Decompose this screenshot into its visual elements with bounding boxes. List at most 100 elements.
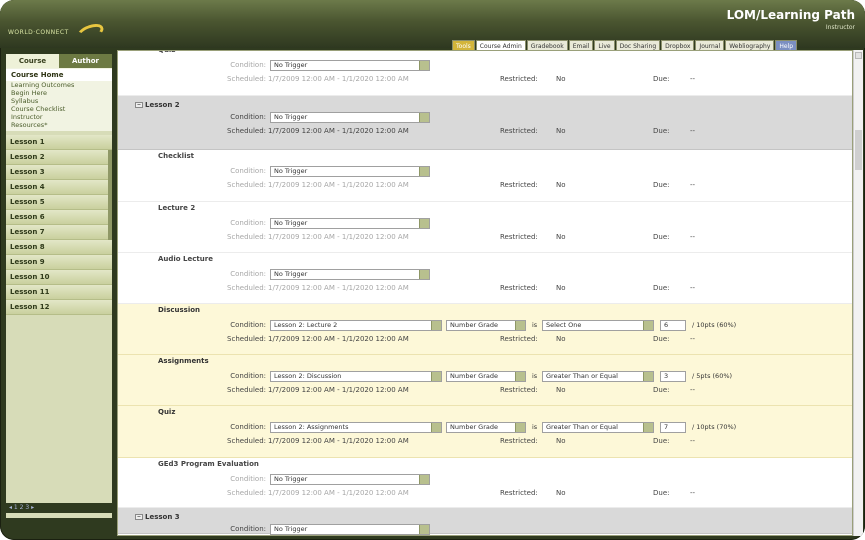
- nav-begin-here[interactable]: Begin Here: [6, 89, 112, 97]
- due-label: Due:: [653, 233, 670, 241]
- condition-select[interactable]: No Trigger: [270, 524, 430, 535]
- dropdown-arrow-icon[interactable]: [419, 475, 429, 484]
- nav-lesson-item[interactable]: Lesson 12: [6, 300, 112, 315]
- nav-scrollbar[interactable]: [108, 150, 112, 240]
- nav-lesson-item[interactable]: Lesson 8: [6, 240, 112, 255]
- restricted-label: Restricted:: [500, 284, 538, 292]
- condition-select-value: Lesson 2: Discussion: [274, 372, 342, 380]
- dropdown-arrow-icon[interactable]: [419, 61, 429, 70]
- condition-select[interactable]: No Trigger: [270, 269, 430, 280]
- scheduled-label: Scheduled:: [227, 233, 266, 241]
- lesson-title[interactable]: − Lesson 3: [135, 513, 180, 521]
- schedule-range: 1/7/2009 12:00 AM - 1/1/2020 12:00 AM: [268, 386, 409, 394]
- author-mode-button[interactable]: Author: [59, 54, 112, 68]
- restricted-value: No: [556, 437, 566, 445]
- restricted-value: No: [556, 335, 566, 343]
- nav-lesson-item[interactable]: Lesson 4: [6, 180, 112, 195]
- activity-title: Quiz: [158, 50, 176, 54]
- activity-row: Checklist Condition: No Trigger Scheduled: 1…: [118, 150, 852, 202]
- restricted-label: Restricted:: [500, 181, 538, 189]
- dropdown-arrow-icon[interactable]: [419, 167, 429, 176]
- dropdown-arrow-icon[interactable]: [431, 423, 441, 432]
- condition-select[interactable]: No Trigger: [270, 112, 430, 123]
- nav-lesson-item[interactable]: Lesson 1: [6, 135, 112, 150]
- nav-lesson-item[interactable]: Lesson 9: [6, 255, 112, 270]
- activity-row: Audio Lecture Condition: No Trigger Schedul…: [118, 253, 852, 304]
- scroll-thumb[interactable]: [855, 130, 862, 170]
- restricted-value: No: [556, 233, 566, 241]
- nav-course-home[interactable]: Course Home: [6, 69, 112, 81]
- dropdown-arrow-icon[interactable]: [515, 423, 525, 432]
- condition-select-value: No Trigger: [274, 167, 308, 175]
- nav-lesson-item[interactable]: Lesson 6: [6, 210, 112, 225]
- condition-select[interactable]: No Trigger: [270, 166, 430, 177]
- grade-type-select[interactable]: Number Grade: [446, 320, 526, 331]
- logo-text: WORLD·CONNECT: [8, 28, 69, 36]
- operator-select[interactable]: Select One: [542, 320, 654, 331]
- scroll-up-icon[interactable]: [855, 52, 862, 59]
- dropdown-arrow-icon[interactable]: [515, 372, 525, 381]
- nav-resources[interactable]: Resources*: [6, 121, 112, 129]
- dropdown-arrow-icon[interactable]: [643, 372, 653, 381]
- due-value: --: [690, 386, 696, 394]
- grade-type-select[interactable]: Number Grade: [446, 422, 526, 433]
- lesson-title-text: Lesson 3: [145, 513, 180, 521]
- dropdown-arrow-icon[interactable]: [643, 321, 653, 330]
- nav-lesson-item[interactable]: Lesson 7: [6, 225, 112, 240]
- lesson-title[interactable]: − Lesson 2: [135, 101, 180, 109]
- activity-title: Audio Lecture: [158, 255, 213, 263]
- condition-select[interactable]: Lesson 2: Assignments: [270, 422, 442, 433]
- condition-label: Condition:: [230, 219, 266, 227]
- due-value: --: [690, 284, 696, 292]
- nav-course-checklist[interactable]: Course Checklist: [6, 105, 112, 113]
- nav-lesson-item[interactable]: Lesson 3: [6, 165, 112, 180]
- condition-label: Condition:: [230, 525, 266, 533]
- score-input[interactable]: 7: [660, 422, 686, 433]
- due-value: --: [690, 75, 696, 83]
- dropdown-arrow-icon[interactable]: [419, 219, 429, 228]
- score-input[interactable]: 6: [660, 320, 686, 331]
- condition-select[interactable]: No Trigger: [270, 60, 430, 71]
- collapse-icon[interactable]: −: [135, 514, 143, 520]
- dropdown-arrow-icon[interactable]: [419, 525, 429, 534]
- course-nav: Course Author Course Home Learning Outco…: [6, 54, 112, 518]
- condition-label: Condition:: [230, 113, 266, 121]
- restricted-label: Restricted:: [500, 233, 538, 241]
- restricted-value: No: [556, 386, 566, 394]
- activity-title: Assignments: [158, 357, 209, 365]
- dropdown-arrow-icon[interactable]: [431, 372, 441, 381]
- restricted-value: No: [556, 75, 566, 83]
- condition-select[interactable]: Lesson 2: Discussion: [270, 371, 442, 382]
- nav-lesson-item[interactable]: Lesson 10: [6, 270, 112, 285]
- nav-instructor[interactable]: Instructor: [6, 113, 112, 121]
- learning-path-editor: Quiz Condition: No Trigger Scheduled: 1/7/20…: [117, 50, 853, 536]
- nav-footer-pager[interactable]: ◂ 1 2 3 ▸: [6, 503, 112, 513]
- nav-lesson-item[interactable]: Lesson 2: [6, 150, 112, 165]
- points-text: / 10pts (60%): [692, 321, 737, 329]
- condition-select-value: No Trigger: [274, 525, 308, 533]
- dropdown-arrow-icon[interactable]: [515, 321, 525, 330]
- is-label: is: [532, 321, 538, 329]
- nav-syllabus[interactable]: Syllabus: [6, 97, 112, 105]
- operator-select[interactable]: Greater Than or Equal: [542, 422, 654, 433]
- operator-select[interactable]: Greater Than or Equal: [542, 371, 654, 382]
- dropdown-arrow-icon[interactable]: [643, 423, 653, 432]
- course-mode-button[interactable]: Course: [6, 54, 59, 68]
- grade-type-select[interactable]: Number Grade: [446, 371, 526, 382]
- condition-select[interactable]: No Trigger: [270, 474, 430, 485]
- nav-learning-outcomes[interactable]: Learning Outcomes: [6, 81, 112, 89]
- condition-select[interactable]: No Trigger: [270, 218, 430, 229]
- score-input[interactable]: 3: [660, 371, 686, 382]
- application-frame: WORLD·CONNECT LOM/Learning Path Instruct…: [0, 0, 865, 540]
- dropdown-arrow-icon[interactable]: [419, 113, 429, 122]
- collapse-icon[interactable]: −: [135, 102, 143, 108]
- restricted-label: Restricted:: [500, 127, 538, 135]
- condition-select[interactable]: Lesson 2: Lecture 2: [270, 320, 442, 331]
- nav-lesson-item[interactable]: Lesson 5: [6, 195, 112, 210]
- due-label: Due:: [653, 127, 670, 135]
- points-text: / 10pts (70%): [692, 423, 737, 431]
- dropdown-arrow-icon[interactable]: [419, 270, 429, 279]
- main-scrollbar[interactable]: [853, 50, 863, 536]
- nav-lesson-item[interactable]: Lesson 11: [6, 285, 112, 300]
- dropdown-arrow-icon[interactable]: [431, 321, 441, 330]
